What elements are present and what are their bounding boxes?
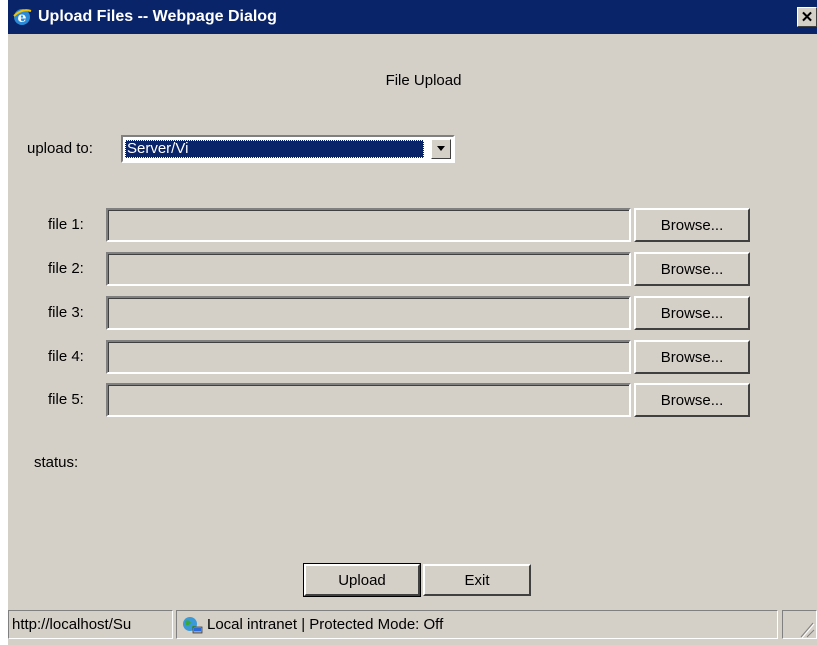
security-zone-text: Local intranet | Protected Mode: Off <box>207 616 444 633</box>
file-path-input[interactable] <box>106 340 631 374</box>
close-icon: ✕ <box>800 8 814 26</box>
browse-button[interactable]: Browse... <box>634 208 750 242</box>
file-label: file 5: <box>48 391 84 408</box>
browse-button[interactable]: Browse... <box>634 340 750 374</box>
file-path-input[interactable] <box>106 383 631 417</box>
upload-destination-select[interactable]: Server/Vi <box>121 135 455 163</box>
upload-button[interactable]: Upload <box>303 563 421 597</box>
status-url: http://localhost/Su <box>8 610 173 639</box>
file-row-3: file 3: Browse... <box>8 296 817 330</box>
file-row-4: file 4: Browse... <box>8 340 817 374</box>
file-path-input[interactable] <box>106 296 631 330</box>
exit-button[interactable]: Exit <box>423 564 531 596</box>
browse-button[interactable]: Browse... <box>634 252 750 286</box>
internet-explorer-icon: e <box>12 7 32 27</box>
chevron-down-icon <box>437 146 445 151</box>
file-row-2: file 2: Browse... <box>8 252 817 286</box>
file-path-input[interactable] <box>106 252 631 286</box>
status-label: status: <box>34 454 79 471</box>
file-label: file 2: <box>48 260 84 277</box>
file-row-5: file 5: Browse... <box>8 383 817 417</box>
close-button[interactable]: ✕ <box>797 7 817 27</box>
intranet-globe-icon <box>183 616 203 633</box>
dropdown-arrow-button[interactable] <box>431 139 451 159</box>
select-selected-value: Server/Vi <box>125 140 424 158</box>
file-label: file 4: <box>48 348 84 365</box>
file-label: file 3: <box>48 304 84 321</box>
status-bar: http://localhost/Su Local intranet | Pro… <box>8 607 817 645</box>
dialog-window: e Upload Files -- Webpage Dialog ✕ File … <box>8 0 817 645</box>
page-title: File Upload <box>385 72 462 89</box>
upload-to-label: upload to: <box>27 140 93 157</box>
file-path-input[interactable] <box>106 208 631 242</box>
resize-grip[interactable] <box>782 610 817 639</box>
resize-grip-icon <box>800 622 815 639</box>
file-row-1: file 1: Browse... <box>8 208 817 242</box>
title-bar[interactable]: e Upload Files -- Webpage Dialog ✕ <box>8 0 817 34</box>
security-zone: Local intranet | Protected Mode: Off <box>176 610 778 639</box>
file-label: file 1: <box>48 216 84 233</box>
window-title: Upload Files -- Webpage Dialog <box>38 8 277 25</box>
browse-button[interactable]: Browse... <box>634 296 750 330</box>
browse-button[interactable]: Browse... <box>634 383 750 417</box>
